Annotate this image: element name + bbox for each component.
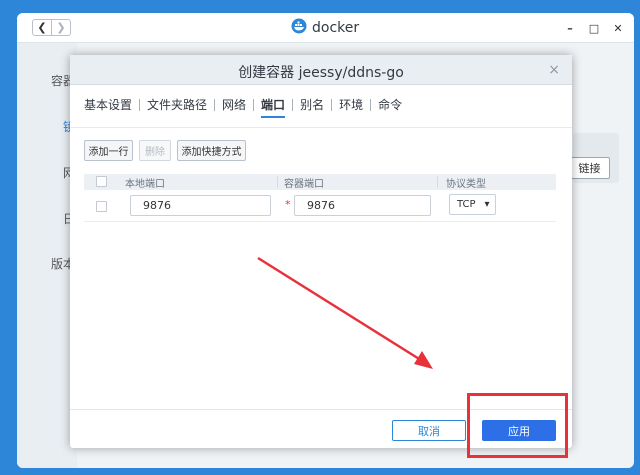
add-row-button[interactable]: 添加一行 <box>84 140 133 161</box>
tab-network[interactable]: 网络 <box>215 97 253 113</box>
container-port-input[interactable]: 9876 <box>294 195 431 216</box>
dialog-title: 创建容器 jeessy/ddns-go <box>238 65 404 81</box>
title-bar: ❮ ❯ docker – □ ✕ <box>17 13 634 43</box>
nav-buttons: ❮ ❯ <box>32 19 71 36</box>
app-title: docker <box>291 18 359 38</box>
close-icon[interactable]: × <box>548 62 560 78</box>
protocol-select[interactable]: TCP ▾ <box>449 194 496 215</box>
window-controls: – □ ✕ <box>564 21 624 35</box>
tab-bar: 基本设置 文件夹路径 网络 端口 别名 环境 命令 <box>84 97 409 118</box>
maximize-button[interactable]: □ <box>588 21 600 35</box>
chevron-down-icon: ▾ <box>484 199 490 210</box>
delete-button[interactable]: 删除 <box>139 140 171 161</box>
close-window-button[interactable]: ✕ <box>612 21 624 35</box>
create-container-dialog: 创建容器 jeessy/ddns-go × 基本设置 文件夹路径 网络 端口 别… <box>70 55 572 448</box>
dialog-header: 创建容器 jeessy/ddns-go × <box>70 55 572 85</box>
tab-environment[interactable]: 环境 <box>332 97 370 113</box>
background-sidebar: 容器 镜 网 日 版本 <box>17 43 77 468</box>
port-table-header: 本地端口 容器端口 协议类型 <box>84 174 556 190</box>
minimize-button[interactable]: – <box>564 21 576 35</box>
link-button[interactable]: 链接 <box>569 157 610 179</box>
column-header-local-port: 本地端口 <box>125 179 165 190</box>
column-divider <box>437 176 438 188</box>
local-port-input[interactable]: 9876 <box>130 195 271 216</box>
tab-divider-line <box>70 127 572 128</box>
annotation-highlight-box <box>467 393 568 458</box>
row-checkbox[interactable] <box>96 201 107 212</box>
tab-basic-settings[interactable]: 基本设置 <box>84 97 139 113</box>
column-divider <box>277 176 278 188</box>
tab-ports[interactable]: 端口 <box>254 97 292 118</box>
required-mark: * <box>285 198 291 211</box>
add-shortcut-button[interactable]: 添加快捷方式 <box>177 140 246 161</box>
cancel-button[interactable]: 取消 <box>392 420 466 441</box>
select-all-checkbox[interactable] <box>96 176 107 187</box>
back-button[interactable]: ❮ <box>33 20 51 35</box>
row-divider <box>84 221 556 222</box>
app-title-text: docker <box>312 20 360 36</box>
protocol-value: TCP <box>457 199 476 210</box>
column-header-container-port: 容器端口 <box>284 179 324 190</box>
docker-whale-icon <box>291 18 307 38</box>
forward-button[interactable]: ❯ <box>51 20 70 35</box>
tab-command[interactable]: 命令 <box>371 97 409 113</box>
tab-folder-path[interactable]: 文件夹路径 <box>140 97 214 113</box>
column-header-protocol: 协议类型 <box>446 179 486 190</box>
tab-alias[interactable]: 别名 <box>293 97 331 113</box>
